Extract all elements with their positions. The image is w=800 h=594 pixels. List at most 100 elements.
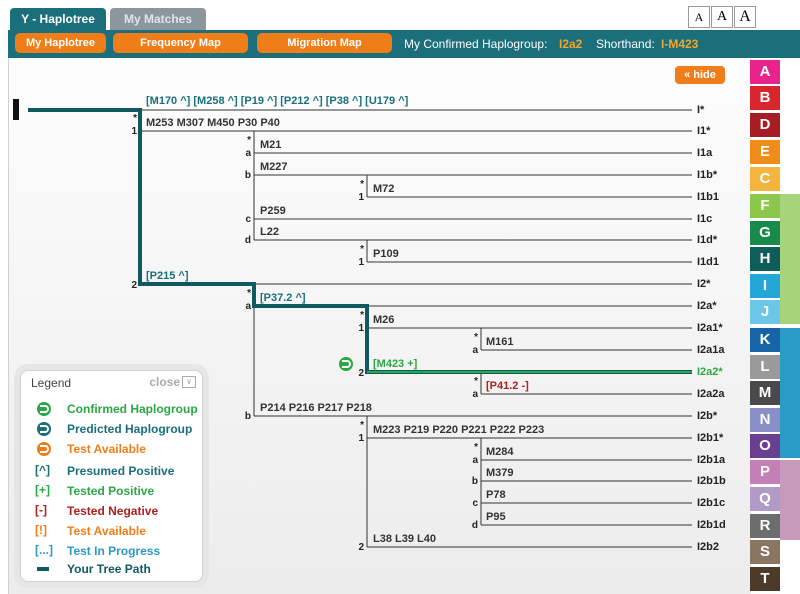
marker-i2b2[interactable]: L38 L39 L40 — [373, 533, 436, 545]
node-label[interactable]: I1* — [697, 125, 711, 137]
group-band-blue — [780, 328, 800, 458]
marker-i2b1c[interactable]: P78 — [486, 489, 506, 501]
marker-i2b1[interactable]: M223 P219 P220 P221 P222 P223 — [373, 424, 544, 436]
branch-label-2: 2 — [131, 280, 137, 291]
node-label[interactable]: I2a1* — [697, 322, 723, 334]
legend-close-link[interactable]: close — [149, 375, 180, 389]
branch-star: * — [247, 288, 251, 299]
legend-symbol: [-] — [35, 503, 47, 517]
letter-d[interactable]: D — [750, 113, 780, 137]
branch-star: * — [474, 442, 478, 453]
branch-label-2: 2 — [358, 542, 364, 553]
marker-i2b1a[interactable]: M284 — [486, 446, 514, 458]
close-icon[interactable]: ∨ — [182, 376, 196, 388]
node-label[interactable]: I2* — [697, 278, 711, 290]
legend-text: Predicted Haplogroup — [67, 422, 193, 436]
branch-star: * — [360, 244, 364, 255]
marker-i1[interactable]: M253 M307 M450 P30 P40 — [146, 117, 280, 129]
path-line-icon — [37, 567, 49, 571]
marker-i2a2a[interactable]: [P41.2 -] — [486, 380, 529, 392]
node-label[interactable]: I* — [697, 104, 705, 116]
letter-c[interactable]: C — [750, 167, 780, 191]
legend-box: Legend close ∨ Confirmed Haplogroup Pred… — [20, 370, 203, 582]
marker-i2a[interactable]: [P37.2 ^] — [260, 292, 306, 304]
letter-f[interactable]: F — [750, 194, 780, 218]
legend-text: Test Available — [67, 524, 146, 538]
letter-t[interactable]: T — [750, 567, 780, 591]
branch-label-c: c — [472, 498, 478, 509]
letter-p[interactable]: P — [750, 460, 780, 484]
node-label[interactable]: I2b1a — [697, 454, 726, 466]
branch-label-1: 1 — [358, 323, 364, 334]
marker-i1d[interactable]: L22 — [260, 226, 279, 238]
node-label-confirmed[interactable]: I2a2* — [697, 366, 723, 378]
marker-i2b1b[interactable]: M379 — [486, 467, 514, 479]
legend-text: Your Tree Path — [67, 562, 151, 576]
letter-g[interactable]: G — [750, 221, 780, 245]
branch-label-2: 2 — [358, 368, 364, 379]
letter-b[interactable]: B — [750, 86, 780, 110]
node-label[interactable]: I2b2 — [697, 541, 719, 553]
letter-r[interactable]: R — [750, 514, 780, 538]
branch-label-b: b — [245, 170, 251, 181]
letter-k[interactable]: K — [750, 328, 780, 352]
node-label[interactable]: I1c — [697, 213, 712, 225]
marker-i2b[interactable]: P214 P216 P217 P218 — [260, 402, 372, 414]
marker-i2b1d[interactable]: P95 — [486, 511, 506, 523]
node-label[interactable]: I1d1 — [697, 256, 719, 268]
letter-n[interactable]: N — [750, 408, 780, 432]
letter-h[interactable]: H — [750, 247, 780, 271]
node-label[interactable]: I1d* — [697, 234, 718, 246]
branch-label-1: 1 — [358, 257, 364, 268]
node-label[interactable]: I2b1d — [697, 519, 726, 531]
node-label[interactable]: I1a — [697, 147, 713, 159]
letter-j[interactable]: J — [750, 300, 780, 324]
confirmed-haplogroup-icon — [339, 357, 353, 371]
marker-i1d1[interactable]: P109 — [373, 248, 399, 260]
tree-branches — [140, 109, 692, 548]
letter-a[interactable]: A — [750, 60, 780, 84]
branch-label-d: d — [472, 520, 478, 531]
letter-l[interactable]: L — [750, 355, 780, 379]
branch-star: * — [133, 113, 137, 124]
confirmed-icon — [37, 402, 51, 416]
branch-label-b: b — [472, 476, 478, 487]
branch-label-1: 1 — [131, 126, 137, 137]
node-label[interactable]: I2b* — [697, 410, 718, 422]
node-label[interactable]: I2b1b — [697, 475, 726, 487]
root-marker — [13, 99, 19, 120]
marker-i1b1[interactable]: M72 — [373, 183, 394, 195]
branch-label-d: d — [245, 235, 251, 246]
marker-i2a1a[interactable]: M161 — [486, 336, 514, 348]
haplogroup-letter-index: A B D E C F G H I J K L M N O P Q R S T — [750, 58, 800, 594]
branch-label-1: 1 — [358, 192, 364, 203]
marker-i2[interactable]: [P215 ^] — [146, 270, 189, 282]
branch-label-1: 1 — [358, 433, 364, 444]
letter-o[interactable]: O — [750, 434, 780, 458]
node-label[interactable]: I2a1a — [697, 344, 725, 356]
marker-i1b[interactable]: M227 — [260, 161, 288, 173]
letter-s[interactable]: S — [750, 540, 780, 564]
letter-i[interactable]: I — [750, 274, 780, 298]
node-label[interactable]: I1b* — [697, 169, 718, 181]
letter-e[interactable]: E — [750, 140, 780, 164]
branch-label-a: a — [472, 455, 478, 466]
legend-text: Test Available — [67, 442, 146, 456]
marker-i1c[interactable]: P259 — [260, 205, 286, 217]
marker-root[interactable]: [M170 ^] [M258 ^] [P19 ^] [P212 ^] [P38 … — [146, 95, 409, 107]
group-band-green — [780, 194, 800, 324]
marker-i2a1[interactable]: M26 — [373, 314, 394, 326]
node-label[interactable]: I2b1c — [697, 497, 725, 509]
node-label[interactable]: I2b1* — [697, 432, 724, 444]
legend-title: Legend — [31, 376, 72, 390]
branch-label-a: a — [472, 345, 478, 356]
node-label[interactable]: I2a* — [697, 300, 717, 312]
marker-i1a[interactable]: M21 — [260, 139, 281, 151]
legend-text: Tested Negative — [67, 504, 159, 518]
letter-q[interactable]: Q — [750, 487, 780, 511]
legend-text: Tested Positive — [67, 484, 155, 498]
node-label[interactable]: I1b1 — [697, 191, 719, 203]
node-label[interactable]: I2a2a — [697, 388, 725, 400]
marker-i2a2[interactable]: [M423 +] — [373, 358, 418, 370]
letter-m[interactable]: M — [750, 381, 780, 405]
